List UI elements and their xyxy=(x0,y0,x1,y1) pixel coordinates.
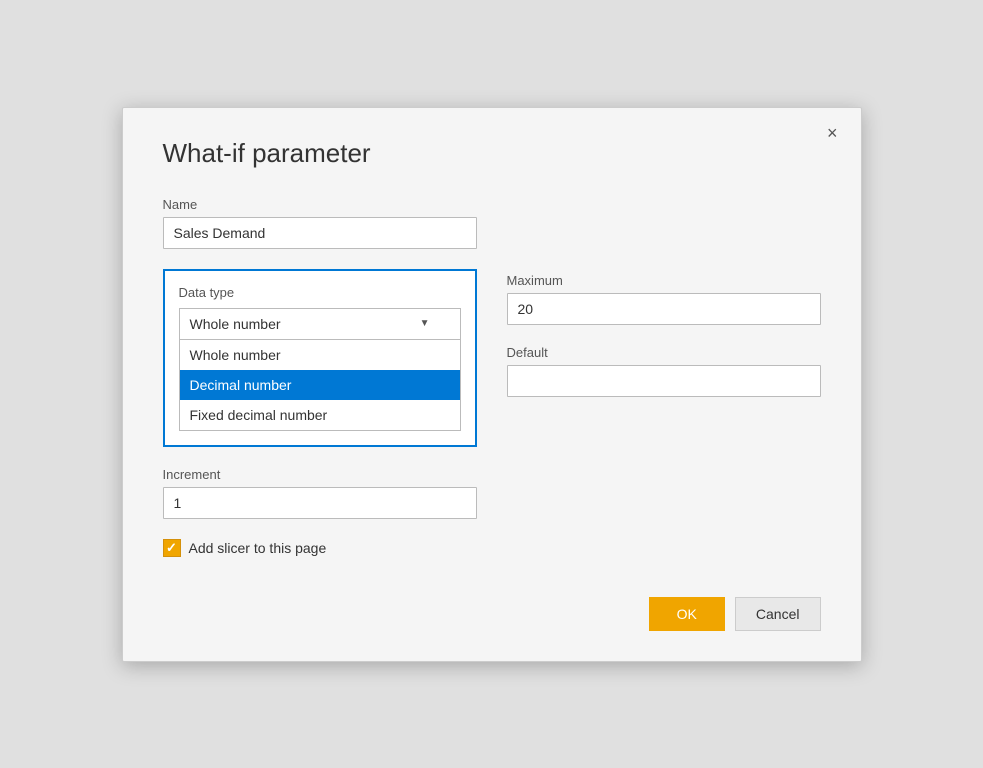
increment-label: Increment xyxy=(163,467,477,482)
increment-input[interactable] xyxy=(163,487,477,519)
default-field-group: Default xyxy=(507,345,821,397)
default-label: Default xyxy=(507,345,821,360)
ok-button[interactable]: OK xyxy=(649,597,725,631)
data-type-selected-value: Whole number xyxy=(190,316,281,332)
maximum-field-group: Maximum xyxy=(507,273,821,325)
left-column: Name Data type Whole number ▼ Whole numb… xyxy=(163,197,477,557)
name-label: Name xyxy=(163,197,477,212)
name-input[interactable] xyxy=(163,217,477,249)
data-type-select[interactable]: Whole number ▼ xyxy=(179,308,461,340)
right-column: Maximum Default xyxy=(507,197,821,557)
add-slicer-label: Add slicer to this page xyxy=(189,540,327,556)
maximum-input[interactable] xyxy=(507,293,821,325)
maximum-label: Maximum xyxy=(507,273,821,288)
data-type-section: Data type Whole number ▼ Whole number De… xyxy=(163,269,477,447)
data-type-dropdown: Whole number Decimal number Fixed decima… xyxy=(179,340,461,431)
option-decimal-number[interactable]: Decimal number xyxy=(180,370,460,400)
option-fixed-decimal[interactable]: Fixed decimal number xyxy=(180,400,460,430)
dialog-footer: OK Cancel xyxy=(163,597,821,631)
dropdown-arrow-icon: ▼ xyxy=(420,318,430,329)
data-type-select-wrapper: Whole number ▼ Whole number Decimal numb… xyxy=(179,308,461,431)
main-form: Name Data type Whole number ▼ Whole numb… xyxy=(163,197,821,557)
add-slicer-checkbox[interactable]: ✓ xyxy=(163,539,181,557)
name-field-group: Name xyxy=(163,197,477,249)
data-type-label: Data type xyxy=(179,285,461,300)
right-spacer xyxy=(507,197,821,273)
dialog: × What-if parameter Name Data type Whole… xyxy=(122,107,862,662)
cancel-button[interactable]: Cancel xyxy=(735,597,821,631)
close-button[interactable]: × xyxy=(822,122,843,144)
dialog-title: What-if parameter xyxy=(163,138,821,169)
option-whole-number[interactable]: Whole number xyxy=(180,340,460,370)
default-input[interactable] xyxy=(507,365,821,397)
increment-field-group: Increment xyxy=(163,467,477,519)
add-slicer-row: ✓ Add slicer to this page xyxy=(163,539,477,557)
checkmark-icon: ✓ xyxy=(166,541,177,554)
